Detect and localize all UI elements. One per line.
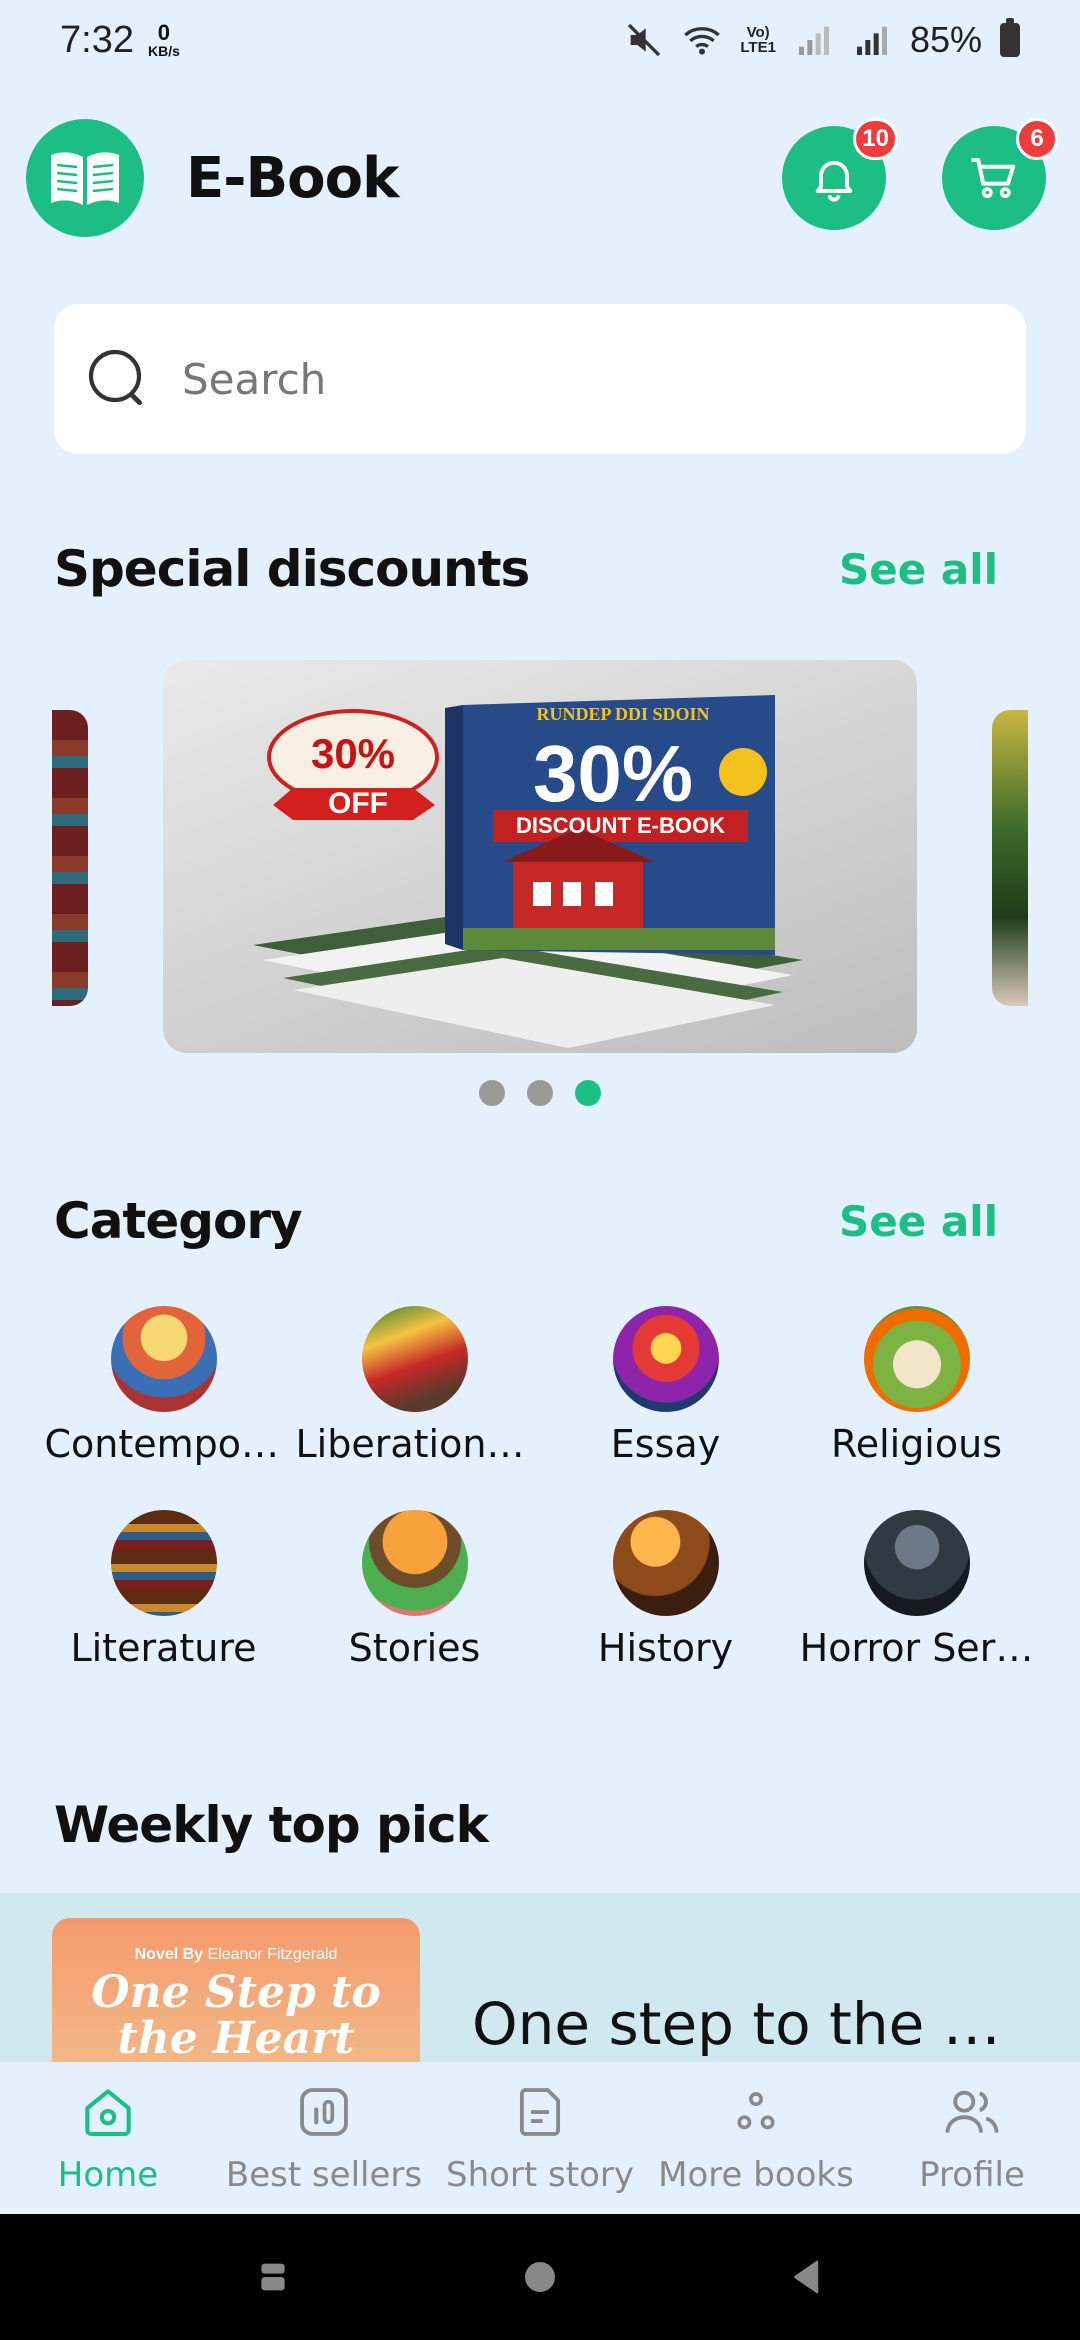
category-item-horror[interactable]: Horror Ser… [791, 1510, 1042, 1670]
nav-home[interactable]: Home [0, 2081, 216, 2195]
notifications-button[interactable]: 10 [782, 118, 898, 230]
carousel-dot-3[interactable] [575, 1080, 601, 1106]
nav-label: Home [57, 2155, 159, 2195]
category-label: Stories [348, 1626, 481, 1670]
battery-icon [1000, 18, 1020, 57]
cover-author: Eleanor Fitzgerald [207, 1946, 338, 1963]
category-label: Essay [610, 1422, 721, 1466]
carousel-next-slide[interactable] [992, 710, 1028, 1006]
stories-thumb [361, 1510, 468, 1616]
cover-title: One Step to the Heart [91, 1967, 381, 2064]
app-header: E-Book 10 6 [26, 118, 1058, 238]
chart-icon [300, 2088, 348, 2136]
notification-badge: 10 [853, 118, 898, 160]
nav-more-books[interactable]: More books [648, 2081, 864, 2195]
document-icon [519, 2088, 561, 2136]
status-time: 7:32 [60, 18, 134, 61]
special-discounts-see-all[interactable]: See all [839, 545, 998, 594]
special-discounts-title: Special discounts [54, 540, 530, 598]
bell-icon [815, 160, 853, 202]
history-thumb [612, 1510, 719, 1616]
category-item-essay[interactable]: Essay [540, 1306, 791, 1466]
cart-badge: 6 [1016, 118, 1058, 160]
back-icon[interactable] [787, 2257, 827, 2297]
search-icon [88, 349, 142, 406]
search-input[interactable] [182, 354, 962, 404]
category-label: Religious [831, 1422, 1002, 1466]
signal-icon-2 [856, 26, 887, 55]
nav-label: Profile [919, 2155, 1025, 2195]
book-percent: 30% [532, 729, 694, 818]
category-item-literature[interactable]: Literature [38, 1510, 289, 1670]
literature-thumb [110, 1510, 217, 1616]
category-see-all[interactable]: See all [839, 1197, 998, 1246]
weekly-top-pick-header: Weekly top pick [54, 1796, 998, 1854]
category-label: Liberation … [295, 1422, 534, 1466]
nav-label: More books [658, 2155, 854, 2195]
home-circle-icon[interactable] [520, 2257, 560, 2297]
weekly-top-pick-title: Weekly top pick [54, 1796, 489, 1854]
mute-icon [628, 23, 661, 57]
home-icon [85, 2089, 131, 2137]
weekly-book-title[interactable]: One step to the he… [472, 1990, 1032, 2058]
search-bar[interactable] [54, 304, 1026, 454]
cart-button[interactable]: 6 [942, 118, 1058, 230]
cover-by-prefix: Novel By [134, 1946, 204, 1963]
weekly-book-cover[interactable]: Novel By Eleanor Fitzgerald One Step to … [52, 1918, 420, 2068]
signal-icon-1 [798, 26, 829, 55]
sticker-percent: 30% [310, 730, 396, 777]
category-item-contemporary[interactable]: Contempor… [38, 1306, 289, 1466]
sticker-off: OFF [328, 787, 388, 820]
status-bar: 7:32 0 KB/s Vo) LTE1 85% [0, 0, 1080, 80]
carousel-prev-slide[interactable] [52, 710, 88, 1006]
nav-best-sellers[interactable]: Best sellers [216, 2081, 432, 2195]
book-ribbon: DISCOUNT E-BOOK [516, 813, 725, 838]
category-title: Category [54, 1192, 303, 1250]
special-discounts-header: Special discounts See all [54, 540, 998, 598]
cart-icon [971, 157, 1016, 199]
category-label: Horror Ser… [799, 1626, 1034, 1670]
book-header-text: RUNDEP DDI SDOIN [536, 704, 710, 724]
carousel-indicator [0, 1080, 1080, 1106]
bottom-navigation: Home Best sellers Short story More books… [0, 2062, 1080, 2214]
dots-icon [737, 2092, 775, 2130]
category-item-liberation[interactable]: Liberation … [289, 1306, 540, 1466]
nav-profile[interactable]: Profile [864, 2081, 1080, 2195]
category-item-stories[interactable]: Stories [289, 1510, 540, 1670]
contemporary-stories-thumb [110, 1306, 217, 1412]
category-label: Literature [70, 1626, 257, 1670]
open-book-icon [51, 152, 119, 205]
battery-percent: 85% [909, 19, 982, 60]
carousel-dot-1[interactable] [479, 1080, 505, 1106]
recents-icon[interactable] [253, 2257, 293, 2297]
category-item-history[interactable]: History [540, 1510, 791, 1670]
carousel-dot-2[interactable] [527, 1080, 553, 1106]
liberation-thumb [361, 1306, 468, 1412]
category-label: History [597, 1626, 734, 1670]
app-title: E-Book [186, 145, 399, 211]
horror-thumb [863, 1510, 970, 1616]
category-label: Contempor… [44, 1422, 283, 1466]
volte-indicator: Vo) LTE1 [740, 24, 776, 56]
discount-banner[interactable]: 30% OFF RUNDEP DDI SDOIN 30% DISCOUNT E-… [163, 660, 917, 1053]
users-icon [945, 2090, 999, 2133]
app-logo[interactable] [26, 119, 144, 237]
nav-label: Short story [446, 2155, 634, 2195]
category-header: Category See all [54, 1192, 998, 1250]
wifi-icon [684, 27, 721, 55]
network-speed: 0 KB/s [147, 20, 180, 59]
essay-thumb [612, 1306, 719, 1412]
religious-thumb [863, 1306, 970, 1412]
nav-short-story[interactable]: Short story [432, 2081, 648, 2195]
category-grid: Contempor… Liberation … Essay Religious … [38, 1306, 1042, 1670]
category-item-religious[interactable]: Religious [791, 1306, 1042, 1466]
discount-carousel[interactable]: 30% OFF RUNDEP DDI SDOIN 30% DISCOUNT E-… [0, 660, 1080, 1055]
system-navigation-bar [0, 2214, 1080, 2340]
nav-label: Best sellers [225, 2155, 423, 2195]
